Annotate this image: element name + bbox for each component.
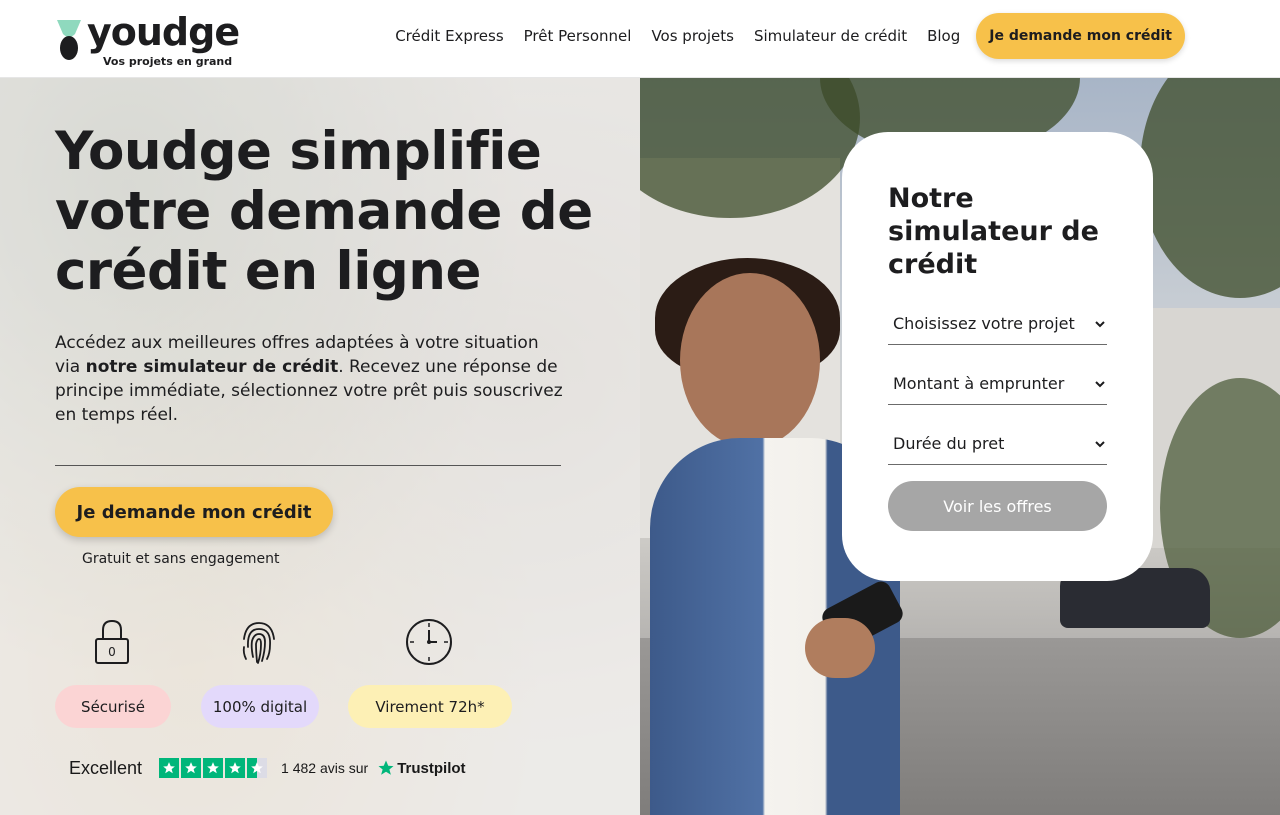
main-nav: Crédit Express Prêt Personnel Vos projet… xyxy=(385,13,1185,59)
feature-pill-digital: 100% digital xyxy=(201,685,319,728)
amount-select-label: Montant à emprunter xyxy=(893,374,1065,393)
duration-select[interactable]: Durée du pret xyxy=(888,423,1107,465)
nav-item-pret-personnel[interactable]: Prêt Personnel xyxy=(514,27,642,45)
photo-hand xyxy=(805,618,875,678)
feature-pill-securise: Sécurisé xyxy=(55,685,171,728)
see-offers-button[interactable]: Voir les offres xyxy=(888,481,1107,531)
chevron-down-icon xyxy=(1095,321,1105,328)
photo-tree xyxy=(1140,78,1280,298)
hero-title: Youdge simplifie votre demande de crédit… xyxy=(55,121,593,302)
logo-tagline: Vos projets en grand xyxy=(103,55,233,68)
nav-item-vos-projets[interactable]: Vos projets xyxy=(641,27,744,45)
logo[interactable]: youdge Vos projets en grand xyxy=(55,10,240,70)
trustpilot-star-icon xyxy=(378,760,394,775)
trustpilot-widget[interactable]: Excellent 1 482 avis sur Trustpilot xyxy=(69,755,466,781)
hero-description: Accédez aux meilleures offres adaptées à… xyxy=(55,331,565,427)
logo-mark-icon xyxy=(57,20,81,60)
photo-person-face xyxy=(680,273,820,448)
hero-divider xyxy=(55,465,561,466)
nav-item-simulateur[interactable]: Simulateur de crédit xyxy=(744,27,917,45)
trustpilot-rating-word: Excellent xyxy=(69,757,143,778)
star-icon xyxy=(203,758,224,778)
duration-select-label: Durée du pret xyxy=(893,434,1005,453)
trustpilot-logo: Trustpilot xyxy=(377,759,466,777)
padlock-icon: 0 xyxy=(95,619,129,664)
hero-description-bold: notre simulateur de crédit xyxy=(85,357,339,377)
trustpilot-brand-text: Trustpilot xyxy=(397,759,466,777)
fingerprint-icon xyxy=(242,622,275,664)
simulator-card: Notre simulateur de crédit Choisissez vo… xyxy=(842,132,1153,581)
hero-cta-button[interactable]: Je demande mon crédit xyxy=(55,487,333,537)
chevron-down-icon xyxy=(1095,381,1105,388)
star-icon xyxy=(225,758,246,778)
star-half-icon xyxy=(247,758,268,778)
project-select[interactable]: Choisissez votre projet xyxy=(888,303,1107,345)
nav-item-credit-express[interactable]: Crédit Express xyxy=(385,27,513,45)
chevron-down-icon xyxy=(1095,441,1105,448)
logo-wordmark: youdge xyxy=(87,10,240,54)
project-select-label: Choisissez votre projet xyxy=(893,314,1075,333)
star-icon xyxy=(181,758,202,778)
header-cta-button[interactable]: Je demande mon crédit xyxy=(976,13,1185,59)
svg-text:0: 0 xyxy=(108,645,116,659)
clock-icon xyxy=(406,619,452,665)
feature-pill-virement: Virement 72h* xyxy=(348,685,512,728)
trustpilot-stars xyxy=(159,758,268,778)
simulator-title: Notre simulateur de crédit xyxy=(888,183,1099,280)
amount-select[interactable]: Montant à emprunter xyxy=(888,363,1107,405)
hero-cta-note: Gratuit et sans engagement xyxy=(82,551,280,567)
trustpilot-review-count: 1 482 avis sur xyxy=(281,760,369,776)
site-header: youdge Vos projets en grand Crédit Expre… xyxy=(0,0,1280,78)
star-icon xyxy=(159,758,180,778)
nav-item-blog[interactable]: Blog xyxy=(917,27,970,45)
